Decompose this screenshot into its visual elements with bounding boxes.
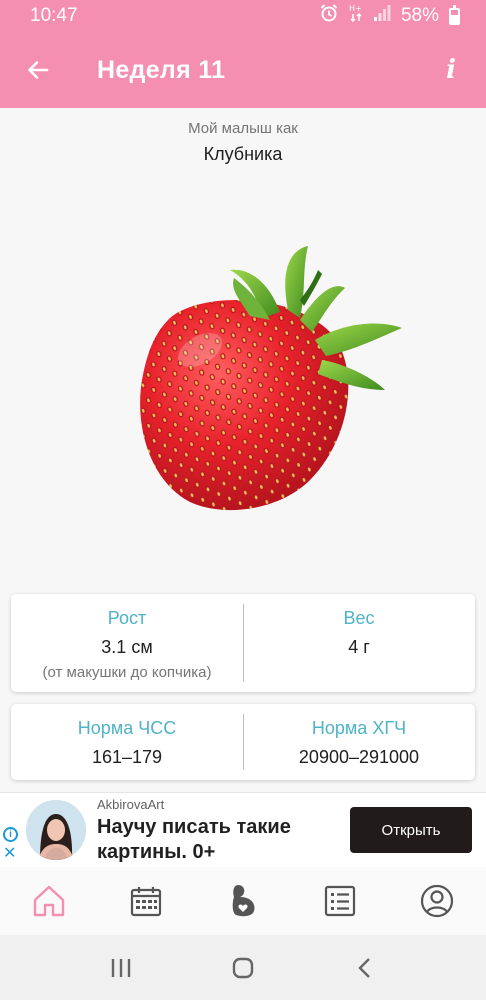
nav-calendar[interactable] — [97, 867, 194, 935]
chevron-left-icon — [358, 957, 370, 978]
home-circle-icon — [232, 957, 254, 978]
ad-banner[interactable]: i ✕ AkbirovaArt Научу писать такие карти… — [0, 792, 486, 867]
pregnancy-icon — [232, 885, 255, 917]
nav-list[interactable] — [292, 867, 389, 935]
calendar-icon — [130, 887, 161, 917]
height-note: (от макушки до копчика) — [42, 664, 212, 681]
svg-text:H+: H+ — [349, 4, 362, 13]
bottom-navigation — [0, 867, 486, 935]
fruit-name: Клубника — [203, 144, 283, 164]
heart-rate-value: 161–179 — [91, 747, 163, 767]
profile-icon — [421, 884, 454, 918]
list-icon — [325, 885, 356, 917]
nav-pregnancy[interactable] — [194, 867, 291, 935]
home-icon — [33, 885, 64, 917]
system-navigation — [0, 935, 486, 1000]
home-system-button[interactable] — [223, 948, 263, 988]
app-bar: Неделя 11 i — [0, 32, 486, 108]
data-transfer-icon: H+ — [349, 3, 363, 29]
strawberry-image — [140, 246, 402, 511]
height-stat: Рост 3.1 см (от макушки до копчика) — [11, 594, 243, 692]
hcg-stat: Норма ХГЧ 20900–291000 — [243, 704, 475, 780]
battery-icon — [449, 4, 460, 25]
page-title: Неделя 11 — [97, 55, 226, 84]
weight-label: Вес — [343, 608, 375, 628]
status-icons: H+ 58% — [319, 3, 460, 29]
ad-open-button[interactable]: Открыть — [350, 807, 472, 853]
nav-profile[interactable] — [389, 867, 486, 935]
size-card: Рост 3.1 см (от макушки до копчика) Вес … — [11, 594, 475, 692]
battery-percent: 58% — [400, 5, 439, 26]
heart-rate-stat: Норма ЧСС 161–179 — [11, 704, 243, 780]
recent-apps-icon — [111, 958, 131, 977]
ad-info-icon[interactable]: i — [3, 827, 18, 842]
back-system-button[interactable] — [345, 948, 385, 988]
height-label: Рост — [107, 608, 147, 628]
ad-close-icon[interactable]: ✕ — [3, 846, 16, 862]
recent-apps-button[interactable] — [101, 948, 141, 988]
status-bar: 10:47 H+ 58% — [0, 0, 486, 32]
hcg-label: Норма ХГЧ — [311, 718, 407, 738]
hcg-value: 20900–291000 — [298, 747, 420, 767]
heart-rate-label: Норма ЧСС — [77, 718, 177, 738]
comparison-subtitle: Мой малыш как — [188, 120, 298, 137]
arrow-back-icon — [28, 61, 49, 79]
advertiser-name: AkbirovaArt — [97, 797, 165, 812]
ad-headline[interactable]: Научу писать такие картины. 0+ — [97, 815, 337, 865]
weight-stat: Вес 4 г — [243, 594, 475, 692]
signal-icon — [373, 4, 391, 28]
back-button[interactable] — [24, 56, 52, 84]
advertiser-avatar — [26, 800, 86, 860]
height-value: 3.1 см — [101, 637, 153, 657]
status-time: 10:47 — [30, 5, 78, 26]
info-button[interactable]: i — [440, 55, 462, 85]
nav-home[interactable] — [0, 867, 97, 935]
alarm-icon — [319, 3, 339, 29]
weight-value: 4 г — [348, 637, 370, 657]
norms-card: Норма ЧСС 161–179 Норма ХГЧ 20900–291000 — [11, 704, 475, 780]
